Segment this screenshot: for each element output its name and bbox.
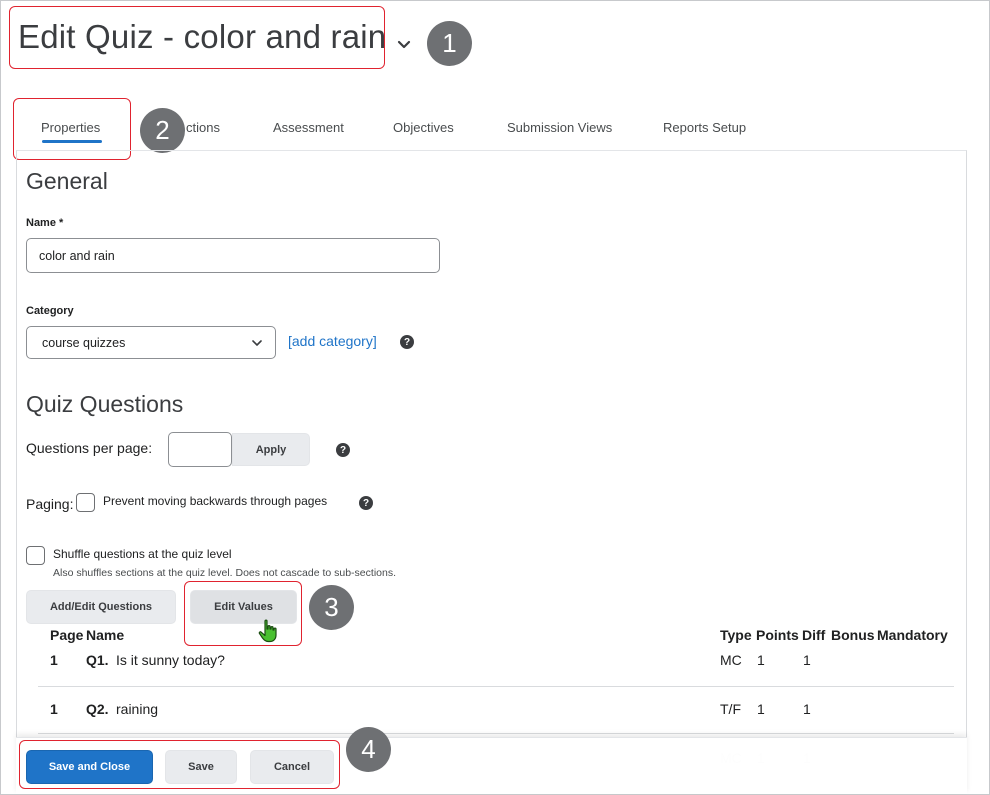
row-divider bbox=[38, 733, 954, 734]
row-diff: 1 bbox=[803, 701, 811, 717]
row-type: T/F bbox=[720, 701, 741, 717]
tab-submission-views[interactable]: Submission Views bbox=[507, 120, 612, 135]
add-category-link[interactable]: [add category] bbox=[288, 333, 377, 349]
tab-objectives[interactable]: Objectives bbox=[393, 120, 454, 135]
name-input[interactable]: color and rain bbox=[26, 238, 440, 273]
prevent-backwards-checkbox[interactable] bbox=[76, 493, 95, 512]
callout-badge-4: 4 bbox=[346, 727, 391, 772]
questions-per-page-label: Questions per page: bbox=[26, 440, 153, 456]
annotation-box-footer-buttons bbox=[19, 740, 340, 789]
tab-assessment[interactable]: Assessment bbox=[273, 120, 344, 135]
category-help-icon[interactable]: ? bbox=[400, 335, 414, 349]
hand-pointer-icon bbox=[258, 619, 280, 648]
column-header-bonus: Bonus bbox=[831, 627, 875, 643]
shuffle-questions-note: Also shuffles sections at the quiz level… bbox=[53, 567, 396, 579]
row-divider bbox=[38, 686, 954, 687]
callout-badge-3: 3 bbox=[309, 585, 354, 630]
general-heading: General bbox=[26, 168, 108, 194]
table-row: 1 Q1. Is it sunny today? MC 1 1 bbox=[0, 650, 990, 674]
row-points: 1 bbox=[757, 652, 765, 668]
annotation-box-edit-values bbox=[184, 581, 302, 646]
category-select[interactable]: course quizzes bbox=[26, 326, 276, 359]
name-input-value: color and rain bbox=[39, 248, 115, 263]
row-question-number: Q1. bbox=[86, 652, 109, 668]
category-select-value: course quizzes bbox=[42, 335, 126, 350]
table-row: 1 Q2. raining T/F 1 1 bbox=[0, 699, 990, 723]
add-edit-questions-button[interactable]: Add/Edit Questions bbox=[26, 590, 176, 624]
shuffle-questions-checkbox[interactable] bbox=[26, 546, 45, 565]
prevent-backwards-label: Prevent moving backwards through pages bbox=[103, 494, 328, 508]
questions-per-page-help-icon[interactable]: ? bbox=[336, 443, 350, 457]
row-question-number: Q2. bbox=[86, 701, 109, 717]
column-header-name: Name bbox=[86, 627, 125, 643]
name-label: Name * bbox=[26, 217, 64, 229]
chevron-down-icon bbox=[251, 337, 263, 351]
question-link[interactable]: raining bbox=[116, 701, 158, 717]
row-page: 1 bbox=[50, 701, 58, 717]
callout-badge-1: 1 bbox=[427, 21, 472, 66]
paging-help-icon[interactable]: ? bbox=[359, 496, 373, 510]
column-header-type: Type bbox=[720, 627, 752, 643]
shuffle-questions-label: Shuffle questions at the quiz level bbox=[53, 547, 232, 561]
questions-per-page-input[interactable] bbox=[168, 432, 232, 467]
tab-sections[interactable]: ctions bbox=[186, 120, 220, 135]
row-page: 1 bbox=[50, 652, 58, 668]
paging-label: Paging: bbox=[26, 496, 74, 512]
column-header-mandatory: Mandatory bbox=[877, 627, 948, 643]
row-diff: 1 bbox=[803, 652, 811, 668]
annotation-box-title bbox=[9, 6, 385, 69]
category-label: Category bbox=[26, 305, 74, 317]
row-points: 1 bbox=[757, 701, 765, 717]
tab-reports-setup[interactable]: Reports Setup bbox=[663, 120, 746, 135]
column-header-diff: Diff bbox=[802, 627, 826, 643]
apply-button[interactable]: Apply bbox=[232, 433, 310, 466]
quiz-questions-heading: Quiz Questions bbox=[26, 391, 184, 417]
column-header-points: Points bbox=[756, 627, 799, 643]
row-type: MC bbox=[720, 652, 742, 668]
question-link[interactable]: Is it sunny today? bbox=[116, 652, 225, 668]
column-header-page: Page bbox=[50, 627, 84, 643]
title-dropdown-chevron-icon[interactable] bbox=[396, 37, 412, 51]
callout-badge-2: 2 bbox=[140, 108, 185, 153]
